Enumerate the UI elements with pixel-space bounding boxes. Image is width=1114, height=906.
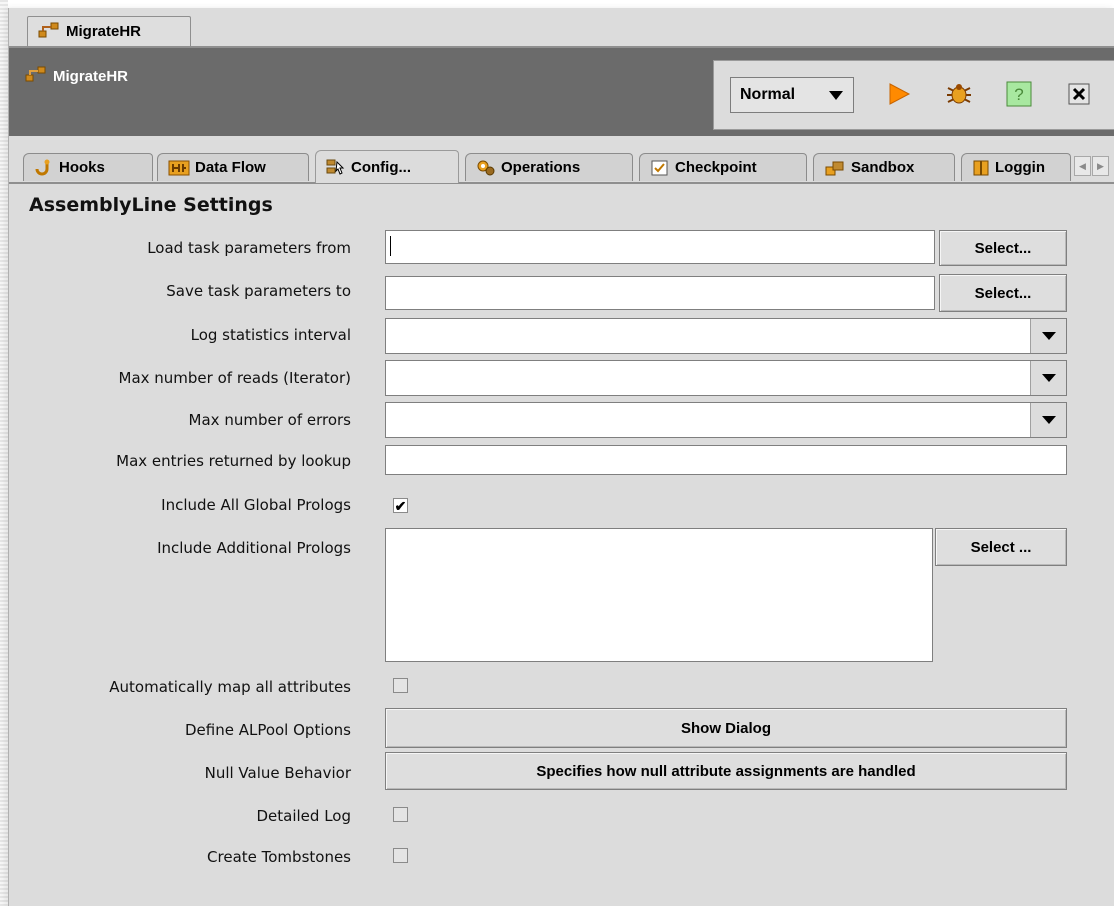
show-dialog-button[interactable]: Show Dialog xyxy=(385,708,1067,748)
run-mode-select[interactable]: Normal xyxy=(730,77,854,113)
tab-operations[interactable]: Operations xyxy=(465,153,633,181)
max-lookup-label: Max entries returned by lookup xyxy=(116,452,351,470)
assemblyline-title: MigrateHR xyxy=(25,66,128,86)
tab-label: Checkpoint xyxy=(675,159,757,176)
document-tab-label: MigrateHR xyxy=(66,23,142,40)
tombstones-label: Create Tombstones xyxy=(207,848,351,866)
max-errors-label: Max number of errors xyxy=(188,411,351,429)
tab-checkpoint[interactable]: Checkpoint xyxy=(639,153,807,181)
global-prologs-label: Include All Global Prologs xyxy=(161,496,351,514)
tab-hooks[interactable]: Hooks xyxy=(23,153,153,181)
chevron-down-icon[interactable] xyxy=(1030,361,1066,395)
bug-icon[interactable] xyxy=(944,79,974,109)
tab-label: Loggin xyxy=(995,159,1045,176)
close-icon[interactable] xyxy=(1064,79,1094,109)
document-tab-strip: MigrateHR xyxy=(9,8,1114,48)
tab-label: Operations xyxy=(501,159,581,176)
config-icon xyxy=(326,159,345,175)
detailed-log-label: Detailed Log xyxy=(256,807,352,825)
save-params-select-button[interactable]: Select... xyxy=(939,274,1067,312)
hook-icon xyxy=(35,159,50,175)
svg-text:?: ? xyxy=(1014,85,1023,104)
tab-scroll-right-button[interactable]: ▶ xyxy=(1092,156,1109,176)
max-reads-combo[interactable] xyxy=(385,360,1067,396)
detailed-log-checkbox[interactable] xyxy=(393,807,408,822)
null-value-label: Null Value Behavior xyxy=(204,764,351,782)
additional-prologs-select-button[interactable]: Select ... xyxy=(935,528,1067,566)
max-reads-label: Max number of reads (Iterator) xyxy=(118,369,352,387)
tab-label: Sandbox xyxy=(851,159,915,176)
tab-label: Data Flow xyxy=(195,159,266,176)
page-title: AssemblyLine Settings xyxy=(29,194,273,216)
automap-checkbox[interactable] xyxy=(393,678,408,693)
header-title-text: MigrateHR xyxy=(53,67,129,85)
run-mode-value: Normal xyxy=(740,86,796,103)
tab-config[interactable]: Config... xyxy=(315,150,459,183)
max-errors-combo[interactable] xyxy=(385,402,1067,438)
load-params-input[interactable] xyxy=(385,230,935,264)
load-params-label: Load task parameters from xyxy=(147,239,351,257)
assemblyline-icon xyxy=(25,66,47,86)
checkpoint-icon xyxy=(651,160,668,175)
automap-label: Automatically map all attributes xyxy=(109,678,351,696)
global-prologs-checkbox[interactable]: ✔ xyxy=(393,498,408,513)
additional-prologs-list[interactable] xyxy=(385,528,933,662)
additional-prologs-label: Include Additional Prologs xyxy=(157,539,351,557)
max-lookup-input[interactable] xyxy=(385,445,1067,475)
assemblyline-icon xyxy=(38,22,60,42)
sandbox-icon xyxy=(825,161,844,175)
tab-logging[interactable]: Loggin xyxy=(961,153,1071,181)
document-tab-migratehr[interactable]: MigrateHR xyxy=(27,16,191,46)
assemblyline-header: MigrateHR Normal ? xyxy=(9,48,1114,136)
tab-label: Hooks xyxy=(59,159,105,176)
data-flow-icon xyxy=(168,160,190,175)
book-icon xyxy=(973,160,989,175)
load-params-select-button[interactable]: Select... xyxy=(939,230,1067,266)
assemblyline-editor: MigrateHR MigrateHR Normal ? Hooks Data … xyxy=(8,8,1114,906)
chevron-down-icon xyxy=(829,91,843,100)
tab-sandbox[interactable]: Sandbox xyxy=(813,153,955,181)
alpool-label: Define ALPool Options xyxy=(184,721,351,739)
null-value-behavior-button[interactable]: Specifies how null attribute assignments… xyxy=(385,752,1067,790)
tab-label: Config... xyxy=(351,158,411,176)
text-caret xyxy=(390,236,391,256)
log-interval-combo[interactable] xyxy=(385,318,1067,354)
run-toolbar: Normal ? xyxy=(713,60,1114,130)
play-icon[interactable] xyxy=(884,79,914,109)
window-edge-grip xyxy=(0,0,8,906)
help-icon[interactable]: ? xyxy=(1004,79,1034,109)
assemblyline-tabs: Hooks Data Flow Config... Operations Che… xyxy=(9,150,1114,184)
save-params-label: Save task parameters to xyxy=(166,282,351,300)
operations-icon xyxy=(477,160,495,175)
log-interval-label: Log statistics interval xyxy=(190,326,351,344)
chevron-down-icon[interactable] xyxy=(1030,403,1066,437)
tab-scroll-left-button[interactable]: ◀ xyxy=(1074,156,1091,176)
chevron-down-icon[interactable] xyxy=(1030,319,1066,353)
tombstones-checkbox[interactable] xyxy=(393,848,408,863)
tab-data-flow[interactable]: Data Flow xyxy=(157,153,309,181)
save-params-input[interactable] xyxy=(385,276,935,310)
